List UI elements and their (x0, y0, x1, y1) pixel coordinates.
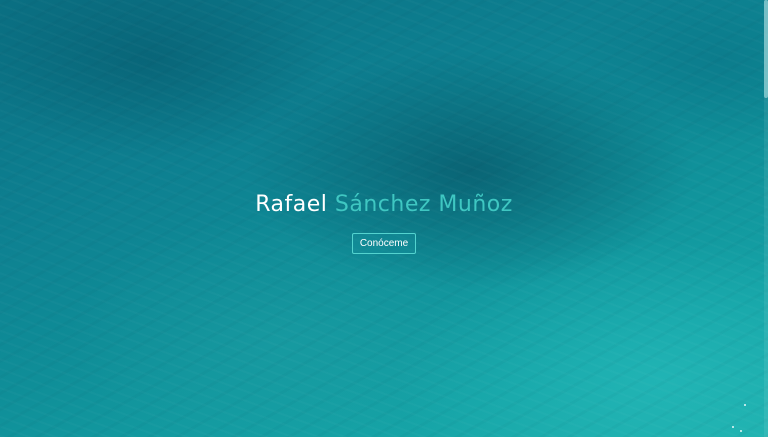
water-sparkle (732, 426, 734, 428)
hero-last-name: Sánchez Muñoz (334, 192, 513, 217)
water-sparkle (740, 430, 742, 432)
about-me-button[interactable]: Conóceme (351, 233, 417, 254)
hero-title: Rafael Sánchez Muñoz (0, 190, 768, 220)
hero-content: Rafael Sánchez Muñoz Conóceme (0, 190, 768, 254)
water-sparkle (744, 404, 746, 406)
scrollbar-thumb[interactable] (764, 0, 768, 98)
hero-first-name: Rafael (255, 192, 328, 217)
